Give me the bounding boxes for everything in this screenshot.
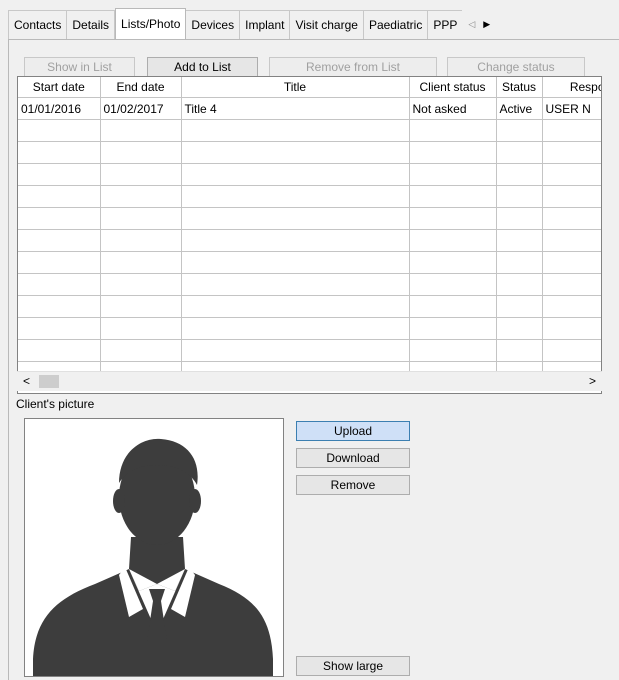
tab-label: PPP xyxy=(433,18,458,32)
change-status-button[interactable]: Change status xyxy=(447,57,585,77)
col-title[interactable]: Title xyxy=(181,77,410,98)
cell-status: Active xyxy=(496,97,543,120)
triangle-left-icon[interactable]: ◁ xyxy=(468,19,475,30)
tab-ppp[interactable]: PPP xyxy=(428,10,463,39)
table-row[interactable] xyxy=(18,229,601,252)
tab-bar: Contacts Details Lists/Photo Devices Imp… xyxy=(8,8,619,39)
show-in-list-button[interactable]: Show in List xyxy=(24,57,135,77)
chevron-left-icon[interactable]: < xyxy=(23,374,30,388)
tab-lists-photo[interactable]: Lists/Photo xyxy=(115,8,187,39)
triangle-right-icon[interactable]: ▶ xyxy=(483,19,490,30)
col-status[interactable]: Status xyxy=(496,77,543,98)
tab-label: Lists/Photo xyxy=(121,17,181,31)
tab-contacts[interactable]: Contacts xyxy=(8,10,68,39)
download-button[interactable]: Download xyxy=(296,448,410,468)
cell-start-date: 01/01/2016 xyxy=(18,97,101,120)
col-responsible[interactable]: Respo xyxy=(542,77,601,98)
chevron-right-icon[interactable]: > xyxy=(589,374,596,388)
tab-paediatric[interactable]: Paediatric xyxy=(363,10,429,39)
table-row[interactable] xyxy=(18,207,601,230)
table-row[interactable] xyxy=(18,251,601,274)
tab-label: Contacts xyxy=(14,18,62,32)
table-row[interactable] xyxy=(18,317,601,340)
table-row[interactable]: 01/01/2016 01/02/2017 Title 4 Not asked … xyxy=(18,97,601,120)
lists-grid[interactable]: Start date End date Title Client status … xyxy=(17,76,602,394)
tab-label: Paediatric xyxy=(368,18,423,32)
tab-scroll-controls: ◁ ▶ xyxy=(462,10,490,39)
cell-end-date: 01/02/2017 xyxy=(100,97,182,120)
scrollbar-thumb[interactable] xyxy=(39,375,59,388)
table-row[interactable] xyxy=(18,339,601,362)
tab-label: Devices xyxy=(191,18,235,32)
upload-button[interactable]: Upload xyxy=(296,421,410,441)
table-row[interactable] xyxy=(18,163,601,186)
cell-client-status: Not asked xyxy=(409,97,497,120)
tab-label: Visit charge xyxy=(295,18,358,32)
cell-responsible: USER N xyxy=(542,97,601,120)
col-start-date[interactable]: Start date xyxy=(18,77,101,98)
person-silhouette-icon xyxy=(33,438,273,676)
grid-header-row: Start date End date Title Client status … xyxy=(18,77,601,98)
table-row[interactable] xyxy=(18,185,601,208)
add-to-list-button[interactable]: Add to List xyxy=(147,57,258,77)
show-large-button[interactable]: Show large xyxy=(296,656,410,676)
remove-from-list-button[interactable]: Remove from List xyxy=(269,57,437,77)
tab-details[interactable]: Details xyxy=(67,10,116,39)
table-row[interactable] xyxy=(18,295,601,318)
tab-devices[interactable]: Devices xyxy=(186,10,241,39)
table-row[interactable] xyxy=(18,119,601,142)
client-picture-label: Client's picture xyxy=(16,397,95,411)
remove-button[interactable]: Remove xyxy=(296,475,410,495)
horizontal-scrollbar[interactable]: < > xyxy=(17,371,602,391)
tab-visit-charge[interactable]: Visit charge xyxy=(290,10,364,39)
col-end-date[interactable]: End date xyxy=(100,77,182,98)
tab-label: Implant xyxy=(245,18,285,32)
client-picture xyxy=(24,418,284,677)
cell-title: Title 4 xyxy=(181,97,410,120)
tab-label: Details xyxy=(72,18,110,32)
table-row[interactable] xyxy=(18,273,601,296)
table-row[interactable] xyxy=(18,141,601,164)
tab-implant[interactable]: Implant xyxy=(240,10,291,39)
col-client-status[interactable]: Client status xyxy=(409,77,497,98)
